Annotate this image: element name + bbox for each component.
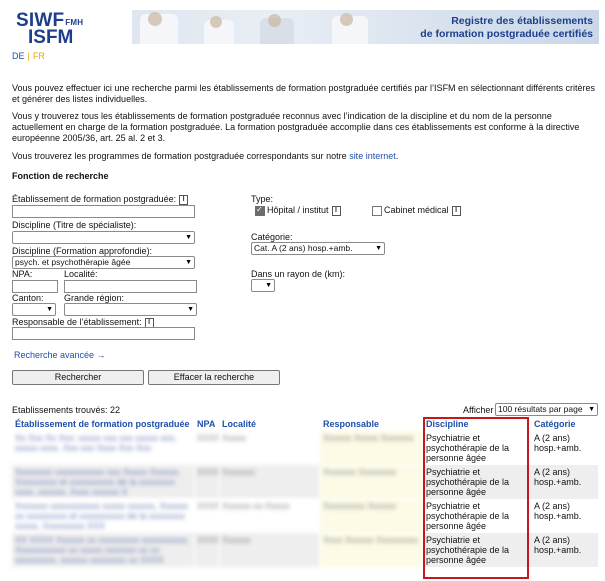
discipline-cell: Psychiatrie et psychothérapie de la pers… — [423, 499, 531, 533]
etab-cell[interactable]: Xxxxxxxx xxxxxxxxxxx xxx Xxxxx Xxxxxx, X… — [12, 465, 194, 499]
hopital-checkbox[interactable] — [255, 205, 265, 216]
search-heading: Fonction de recherche — [12, 171, 109, 181]
column-header-categorie[interactable]: Catégorie — [531, 417, 598, 431]
responsable-input[interactable] — [12, 327, 195, 340]
page-size-select[interactable]: 100 résultats par page ▼ — [495, 403, 598, 416]
region-select[interactable]: ▼ — [64, 303, 197, 316]
siwf-isfm-logo[interactable]: SIWFFMH ISFM — [16, 10, 86, 48]
rayon-label: Dans un rayon de (km): — [251, 269, 346, 279]
column-header-npa[interactable]: NPA — [194, 417, 219, 431]
chevron-down-icon: ▼ — [185, 234, 192, 241]
table-row: Xxxxxxx xxxxxxxxxxx xxxxx xxxxxx, Xxxxxx… — [12, 499, 598, 533]
header-banner: Registre des établissements de formation… — [132, 10, 599, 44]
disc-title-label: Discipline (Titre de spécialiste): — [12, 220, 137, 230]
type-hopital-option[interactable]: Hôpital / institutI — [255, 205, 341, 216]
discipline-cell: Psychiatrie et psychothérapie de la pers… — [423, 465, 531, 499]
etab-input[interactable] — [12, 205, 195, 218]
etab-cell[interactable]: Xx Xxx Xx Xxx: xxxxx xxx xxx xxxxx xxx, … — [12, 431, 194, 465]
categorie-cell: A (2 ans) hosp.+amb. — [531, 465, 598, 499]
chevron-down-icon: ▼ — [588, 406, 595, 413]
info-icon[interactable]: I — [451, 205, 461, 216]
localite-cell: Xxxxx — [219, 431, 320, 465]
results-table: Établissement de formation postgraduée N… — [12, 417, 598, 567]
info-icon[interactable]: I — [331, 205, 341, 216]
npa-cell: XXXX — [194, 499, 221, 533]
discipline-cell: Psychiatrie et psychothérapie de la pers… — [423, 533, 531, 567]
localite-cell: Xxxxxx-xx-Xxxxx — [219, 499, 320, 533]
chevron-down-icon: ▼ — [265, 282, 272, 289]
categorie-cell: A (2 ans) hosp.+amb. — [531, 533, 598, 567]
table-row: Xx Xxx Xx Xxx: xxxxx xxx xxx xxxxx xxx, … — [12, 431, 598, 465]
lang-de-link[interactable]: DE — [12, 51, 25, 61]
lang-separator: | — [27, 51, 30, 61]
etab-label: Établissement de formation postgraduée: I — [12, 194, 189, 205]
rechercher-button[interactable]: Rechercher — [12, 370, 144, 385]
cabinet-checkbox[interactable] — [372, 205, 382, 216]
categorie-select[interactable]: Cat. A (2 ans) hosp.+amb. ▼ — [251, 242, 385, 255]
afficher-label: Afficher — [463, 405, 494, 415]
column-header-responsable[interactable]: Responsable — [320, 417, 423, 431]
column-header-discipline[interactable]: Discipline — [423, 417, 531, 431]
site-internet-link[interactable]: site internet — [349, 151, 396, 161]
banner-title: Registre des établissements de formation… — [420, 15, 593, 40]
info-icon[interactable]: I — [179, 194, 189, 205]
responsable-cell: Xxxxxxxxx Xxxxxx — [320, 499, 423, 533]
chevron-down-icon: ▼ — [187, 306, 194, 313]
results-count: Etablissements trouvés: 22 — [12, 405, 121, 415]
chevron-down-icon: ▼ — [185, 259, 192, 266]
responsable-cell: Xxxxxx Xxxxx Xxxxxxx — [320, 431, 423, 465]
disc-title-select[interactable]: ▼ — [12, 231, 195, 244]
npa-input[interactable] — [12, 280, 58, 293]
localite-label: Localité: — [64, 269, 98, 279]
chevron-down-icon: ▼ — [375, 245, 382, 252]
intro-paragraph-3: Vous trouverez les programmes de formati… — [12, 151, 399, 161]
recherche-avancee-link[interactable]: Recherche avancée → — [14, 350, 106, 360]
language-switcher: DE | FR — [12, 51, 45, 61]
rayon-select[interactable]: ▼ — [251, 279, 275, 292]
table-header-row: Établissement de formation postgraduée N… — [12, 417, 598, 431]
npa-cell: XXXX — [194, 533, 221, 567]
etab-cell[interactable]: Xxxxxxx xxxxxxxxxxx xxxxx xxxxxx, Xxxxxx… — [12, 499, 194, 533]
lang-fr-link[interactable]: FR — [33, 51, 45, 61]
npa-cell: XXXX — [194, 431, 221, 465]
chevron-down-icon: ▼ — [46, 306, 53, 313]
type-cabinet-option[interactable]: Cabinet médical I — [372, 205, 461, 216]
localite-cell: Xxxxxxx — [219, 465, 320, 499]
npa-cell: XXXX — [194, 465, 221, 499]
categorie-cell: A (2 ans) hosp.+amb. — [531, 499, 598, 533]
disc-formation-select[interactable]: psych. et psychothérapie âgée ▼ — [12, 256, 195, 269]
intro-paragraph-2: Vous y trouverez tous les établissements… — [12, 111, 580, 143]
column-header-etab[interactable]: Établissement de formation postgraduée — [12, 417, 194, 431]
categorie-label: Catégorie: — [251, 232, 293, 242]
type-label: Type: — [251, 194, 274, 204]
canton-label: Canton: — [12, 293, 44, 303]
table-row: XX XXXX Xxxxxx xx xxxxxxxxx xxxxxxxxxx, … — [12, 533, 598, 567]
column-header-localite[interactable]: Localité — [219, 417, 320, 431]
table-row: Xxxxxxxx xxxxxxxxxxx xxx Xxxxx Xxxxxx, X… — [12, 465, 598, 499]
categorie-cell: A (2 ans) hosp.+amb. — [531, 431, 598, 465]
disc-formation-label: Discipline (Formation approfondie): — [12, 246, 153, 256]
intro-paragraph-1: Vous pouvez effectuer ici une recherche … — [12, 83, 595, 104]
npa-label: NPA: — [12, 269, 33, 279]
responsable-cell: Xxxx Xxxxxx Xxxxxxxxx — [320, 533, 423, 567]
responsable-cell: Xxxxxxx Xxxxxxxx — [320, 465, 423, 499]
region-label: Grande région: — [64, 293, 125, 303]
etab-cell[interactable]: XX XXXX Xxxxxx xx xxxxxxxxx xxxxxxxxxx, … — [12, 533, 194, 567]
discipline-cell: Psychiatrie et psychothérapie de la pers… — [423, 431, 531, 465]
localite-input[interactable] — [64, 280, 197, 293]
canton-select[interactable]: ▼ — [12, 303, 56, 316]
effacer-button[interactable]: Effacer la recherche — [148, 370, 280, 385]
page-header: SIWFFMH ISFM Registre des établissements… — [0, 0, 605, 50]
localite-cell: Xxxxxx — [219, 533, 320, 567]
